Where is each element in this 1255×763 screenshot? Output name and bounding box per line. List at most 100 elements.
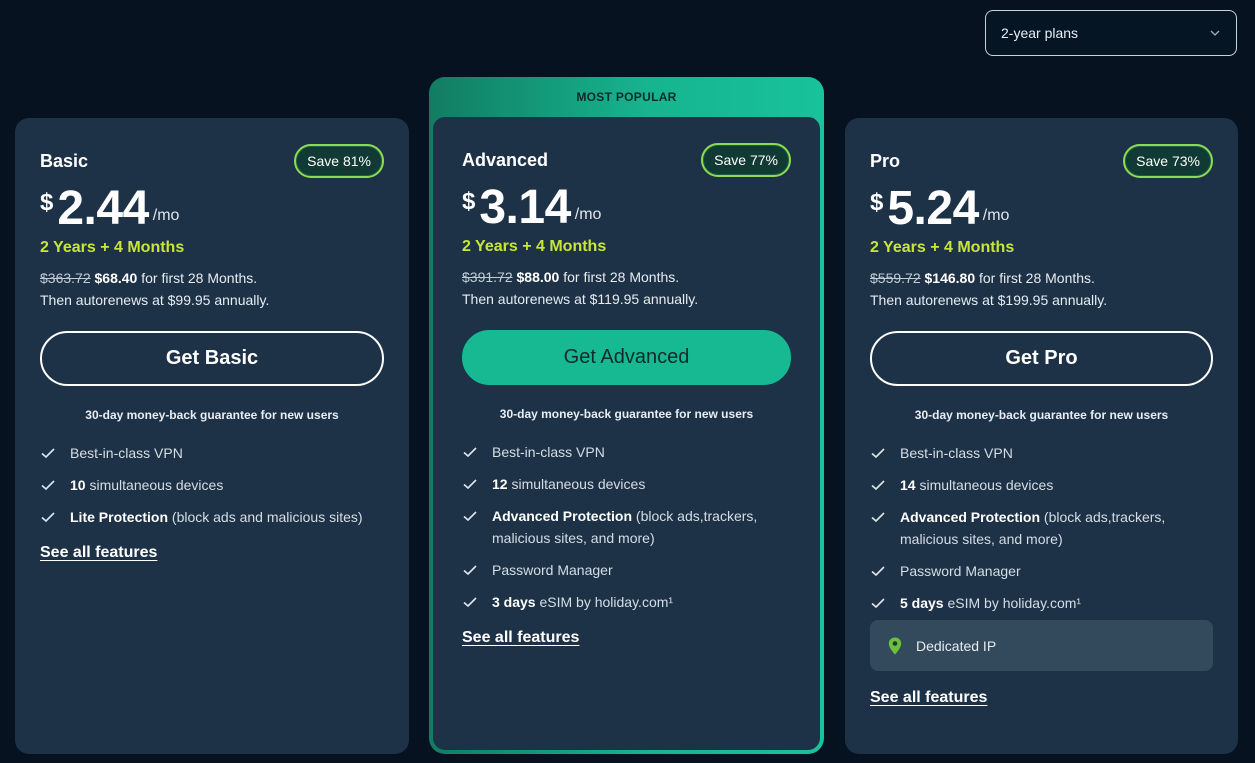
feature-text: (block ads and malicious sites) [168,509,363,525]
check-icon [463,479,477,490]
list-item: Advanced Protection (block ads,trackers,… [870,506,1213,550]
check-icon [871,512,885,523]
billing-info: $363.72 $68.40 for first 28 Months. Then… [40,267,384,311]
billing-suffix: for first 28 Months. [137,270,258,286]
list-item: Lite Protection (block ads and malicious… [40,506,384,528]
plan-duration: 2 Years + 4 Months [462,238,607,255]
check-icon [871,566,885,577]
renew-text: Then autorenews at $119.95 annually. [462,291,699,307]
feature-text: Password Manager [492,562,613,578]
old-price: $363.72 [40,270,91,286]
check-icon [41,448,55,459]
feature-text: Best-in-class VPN [900,445,1013,461]
get-advanced-button[interactable]: Get Advanced [462,330,791,385]
list-item: 10 simultaneous devices [40,474,384,496]
feature-highlight: 3 days [492,594,536,610]
check-icon [463,447,477,458]
list-item: 5 days eSIM by holiday.com¹ [870,592,1213,614]
get-basic-button[interactable]: Get Basic [40,331,384,386]
list-item: 12 simultaneous devices [462,473,791,495]
currency-symbol: $ [462,188,476,215]
price: $ 2.44 /mo [40,181,384,241]
price-amount: 5.24 [887,182,979,235]
dedicated-ip-feature: Dedicated IP [870,620,1213,671]
most-popular-label: MOST POPULAR [576,90,677,104]
list-item: Advanced Protection (block ads,trackers,… [462,505,791,549]
plan-duration: 2 Years + 4 Months [40,239,185,256]
plan-period-dropdown[interactable]: 2-year plans [985,10,1237,56]
feature-text: eSIM by holiday.com¹ [943,595,1082,611]
check-icon [463,511,477,522]
plan-period-value: 2-year plans [1001,25,1079,41]
check-icon [41,512,55,523]
feature-text: simultaneous devices [85,477,224,493]
price-period: /mo [574,206,602,223]
feature-highlight: Lite Protection [70,509,169,525]
plan-name: Advanced [462,149,549,170]
check-icon [41,480,55,491]
feature-highlight: 5 days [900,595,944,611]
list-item: Password Manager [870,560,1213,582]
see-all-features-link[interactable]: See all features [40,544,157,562]
list-item: Best-in-class VPN [870,442,1213,464]
plan-card-pro: Pro Save 73% $ 5.24 /mo 2 Years + 4 Mont… [845,118,1238,754]
billing-suffix: for first 28 Months. [975,270,1095,286]
old-price: $559.72 [870,270,921,286]
save-badge: Save 77% [701,143,791,177]
guarantee-text: 30-day money-back guarantee for new user… [499,407,754,421]
billing-info: $559.72 $146.80 for first 28 Months. The… [870,267,1213,311]
price-period: /mo [982,207,1010,224]
billing-suffix: for first 28 Months. [559,269,680,285]
feature-highlight: 14 [900,477,916,493]
feature-text: simultaneous devices [915,477,1054,493]
plan-card-advanced: Advanced Save 77% $ 3.14 /mo 2 Years + 4… [433,117,820,750]
price-amount: 2.44 [57,182,149,235]
feature-highlight: Advanced Protection [900,509,1041,525]
guarantee-text: 30-day money-back guarantee for new user… [914,408,1169,422]
plan-duration: 2 Years + 4 Months [870,239,1015,256]
feature-text: eSIM by holiday.com¹ [535,594,674,610]
feature-list: Best-in-class VPN 12 simultaneous device… [462,441,791,613]
new-price: $146.80 [924,270,976,286]
feature-list: Best-in-class VPN 14 simultaneous device… [870,442,1213,614]
see-all-features-link[interactable]: See all features [870,689,987,707]
feature-text: simultaneous devices [507,476,646,492]
currency-symbol: $ [40,189,54,216]
price: $ 5.24 /mo [870,181,1213,241]
list-item: 14 simultaneous devices [870,474,1213,496]
most-popular-frame: MOST POPULAR Advanced Save 77% $ 3.14 /m… [429,77,824,754]
see-all-features-link[interactable]: See all features [462,629,579,647]
new-price: $88.00 [516,269,560,285]
currency-symbol: $ [870,189,884,216]
price-period: /mo [152,207,180,224]
feature-list: Best-in-class VPN 10 simultaneous device… [40,442,384,528]
feature-text: Best-in-class VPN [70,445,183,461]
new-price: $68.40 [94,270,138,286]
feature-text: Password Manager [900,563,1021,579]
renew-text: Then autorenews at $99.95 annually. [40,292,270,308]
feature-highlight: 10 [70,477,86,493]
get-pro-button[interactable]: Get Pro [870,331,1213,386]
list-item: Password Manager [462,559,791,581]
check-icon [463,565,477,576]
feature-highlight: 12 [492,476,508,492]
list-item: Best-in-class VPN [40,442,384,464]
check-icon [871,480,885,491]
save-badge: Save 81% [294,144,384,178]
check-icon [871,448,885,459]
feature-highlight: Advanced Protection [492,508,633,524]
dedicated-ip-label: Dedicated IP [916,637,997,654]
guarantee-text: 30-day money-back guarantee for new user… [85,408,339,422]
feature-text: Best-in-class VPN [492,444,605,460]
list-item: 3 days eSIM by holiday.com¹ [462,591,791,613]
old-price: $391.72 [462,269,513,285]
billing-info: $391.72 $88.00 for first 28 Months. Then… [462,266,791,310]
list-item: Best-in-class VPN [462,441,791,463]
price: $ 3.14 /mo [462,180,791,240]
check-icon [871,598,885,609]
check-icon [463,597,477,608]
plan-card-basic: Basic Save 81% $ 2.44 /mo 2 Years + 4 Mo… [15,118,409,754]
chevron-down-icon [1210,30,1220,36]
plan-name: Basic [40,150,89,171]
renew-text: Then autorenews at $199.95 annually. [870,292,1108,308]
